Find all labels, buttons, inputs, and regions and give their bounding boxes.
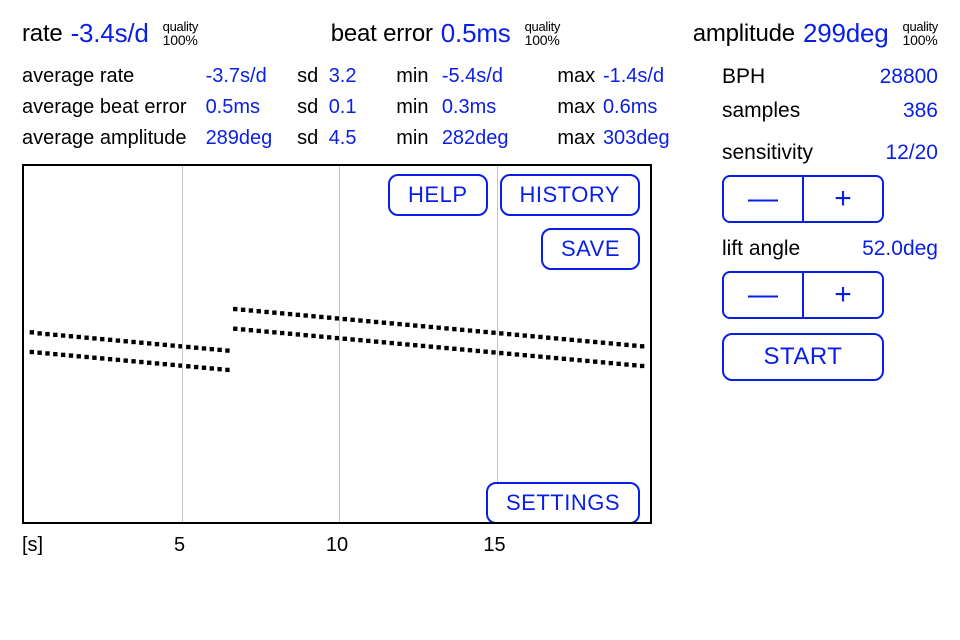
minus-icon: —	[748, 182, 778, 216]
avg-rate-label: average rate	[22, 61, 200, 92]
sensitivity-stepper: — +	[722, 175, 884, 223]
avg-rate-min: -5.4s/d	[442, 61, 528, 92]
lift-angle-stepper: — +	[722, 271, 884, 319]
x-axis-tick: 15	[483, 534, 505, 557]
avg-rate-sd-label: sd	[297, 61, 323, 92]
avg-amp-max: 303deg	[603, 123, 689, 154]
averages-block: average rate -3.7s/d sd 3.2 min -5.4s/d …	[22, 61, 702, 154]
timing-chart: HELP HISTORY SAVE SETTINGS [s] 51015	[22, 164, 702, 534]
plus-icon: +	[834, 278, 852, 312]
side-controls: BPH 28800 samples 386 sensitivity 12/20 …	[722, 61, 938, 534]
beat-error-quality-value: 100%	[525, 33, 560, 47]
avg-amplitude-row: average amplitude 289deg sd 4.5 min 282d…	[22, 123, 702, 154]
avg-be-min-label: min	[396, 92, 436, 123]
sensitivity-increase-button[interactable]: +	[804, 177, 882, 221]
avg-amp-sd: 4.5	[329, 123, 367, 154]
lift-angle-label: lift angle	[722, 237, 800, 261]
avg-be-min: 0.3ms	[442, 92, 528, 123]
avg-beat-error-row: average beat error 0.5ms sd 0.1 min 0.3m…	[22, 92, 702, 123]
beat-error-value: 0.5ms	[441, 18, 511, 49]
avg-amp-value: 289deg	[206, 123, 292, 154]
chart-gridline	[182, 166, 183, 522]
sensitivity-decrease-button[interactable]: —	[724, 177, 804, 221]
amplitude-value: 299deg	[803, 18, 889, 49]
avg-rate-max: -1.4s/d	[603, 61, 689, 92]
lift-angle-decrease-button[interactable]: —	[724, 273, 804, 317]
amplitude-quality-value: 100%	[903, 33, 938, 47]
avg-amp-sd-label: sd	[297, 123, 323, 154]
beat-error-reading: beat error 0.5ms quality 100%	[331, 18, 560, 49]
avg-be-value: 0.5ms	[206, 92, 292, 123]
save-button[interactable]: SAVE	[541, 228, 640, 270]
chart-gridline	[339, 166, 340, 522]
avg-rate-min-label: min	[396, 61, 436, 92]
amplitude-label: amplitude	[693, 20, 795, 48]
avg-amp-min-label: min	[396, 123, 436, 154]
avg-rate-sd: 3.2	[329, 61, 367, 92]
avg-be-sd: 0.1	[329, 92, 367, 123]
x-axis-unit: [s]	[22, 534, 43, 557]
primary-readings: rate -3.4s/d quality 100% beat error 0.5…	[22, 18, 938, 49]
rate-quality-value: 100%	[163, 33, 198, 47]
beat-error-quality: quality 100%	[525, 20, 560, 47]
amplitude-reading: amplitude 299deg quality 100%	[693, 18, 938, 49]
samples-label: samples	[722, 99, 800, 123]
rate-value: -3.4s/d	[71, 18, 149, 49]
rate-quality: quality 100%	[163, 20, 198, 47]
beat-error-label: beat error	[331, 20, 433, 48]
settings-button[interactable]: SETTINGS	[486, 482, 640, 524]
bph-value: 28800	[880, 65, 938, 89]
lift-angle: lift angle 52.0deg	[722, 237, 938, 261]
start-button[interactable]: START	[722, 333, 884, 381]
avg-amp-label: average amplitude	[22, 123, 200, 154]
amplitude-quality: quality 100%	[903, 20, 938, 47]
sensitivity-label: sensitivity	[722, 141, 813, 165]
bph-label: BPH	[722, 65, 765, 89]
history-button[interactable]: HISTORY	[500, 174, 641, 216]
avg-be-max-label: max	[557, 92, 597, 123]
chart-button-group: HELP HISTORY SAVE SETTINGS	[388, 174, 640, 524]
avg-amp-min: 282deg	[442, 123, 528, 154]
samples: samples 386	[722, 99, 938, 123]
avg-be-max: 0.6ms	[603, 92, 689, 123]
minus-icon: —	[748, 278, 778, 312]
avg-rate-max-label: max	[557, 61, 597, 92]
sensitivity-value: 12/20	[885, 141, 938, 165]
rate-reading: rate -3.4s/d quality 100%	[22, 18, 198, 49]
avg-rate-row: average rate -3.7s/d sd 3.2 min -5.4s/d …	[22, 61, 702, 92]
bph: BPH 28800	[722, 65, 938, 89]
plus-icon: +	[834, 182, 852, 216]
chart-area: HELP HISTORY SAVE SETTINGS	[22, 164, 652, 524]
avg-be-label: average beat error	[22, 92, 200, 123]
avg-rate-value: -3.7s/d	[206, 61, 292, 92]
lift-angle-value: 52.0deg	[862, 237, 938, 261]
samples-value: 386	[903, 99, 938, 123]
sensitivity: sensitivity 12/20	[722, 141, 938, 165]
help-button[interactable]: HELP	[388, 174, 487, 216]
x-axis-tick: 5	[174, 534, 185, 557]
lift-angle-increase-button[interactable]: +	[804, 273, 882, 317]
x-axis-tick: 10	[326, 534, 348, 557]
avg-amp-max-label: max	[557, 123, 597, 154]
rate-label: rate	[22, 20, 63, 48]
avg-be-sd-label: sd	[297, 92, 323, 123]
